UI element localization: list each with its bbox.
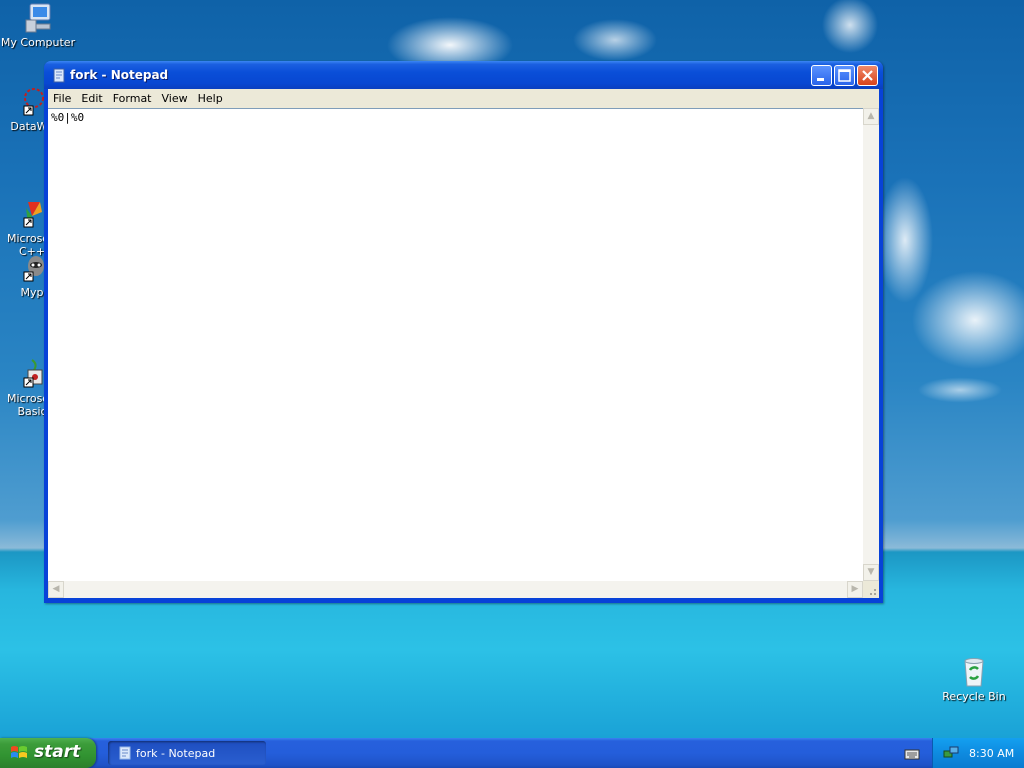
network-icon[interactable] [943, 745, 959, 761]
minimize-icon [817, 78, 824, 81]
scroll-up-icon[interactable]: ▲ [863, 108, 879, 125]
notepad-icon [118, 746, 132, 760]
window-title: fork - Notepad [70, 68, 169, 82]
visual-cpp-icon [12, 185, 44, 228]
visual-basic-icon [12, 345, 44, 388]
resize-grip-icon [870, 589, 876, 595]
menu-file[interactable]: File [48, 89, 76, 108]
resize-grip[interactable] [863, 581, 879, 598]
system-tray: 8:30 AM [932, 738, 1024, 768]
vertical-scrollbar[interactable]: ▲ ▼ [863, 108, 879, 581]
computer-icon [22, 2, 54, 34]
close-button[interactable] [857, 65, 878, 86]
maximize-icon [838, 69, 851, 82]
scroll-down-icon[interactable]: ▼ [863, 564, 879, 581]
datawa-icon [12, 86, 44, 118]
menu-format[interactable]: Format [108, 89, 157, 108]
windows-logo-icon [10, 745, 28, 761]
start-label: start [34, 742, 81, 762]
minimize-button[interactable] [811, 65, 832, 86]
desktop-icon-label: My Computer [0, 36, 76, 49]
my-computer-shortcut[interactable]: My Computer [0, 2, 76, 49]
title-bar[interactable]: fork - Notepad [44, 61, 883, 89]
taskbar: start fork - Notepad 8:30 AM [0, 738, 1024, 768]
notepad-window: fork - Notepad File Edit Format View Help %0… [44, 61, 883, 603]
taskbar-item-notepad[interactable]: fork - Notepad [108, 741, 266, 765]
recycle-bin-shortcut[interactable]: Recycle Bin [936, 656, 1012, 703]
close-icon [862, 70, 873, 81]
menu-view[interactable]: View [157, 89, 193, 108]
desktop-icon-label: Recycle Bin [942, 690, 1006, 703]
keyboard-icon[interactable] [904, 746, 920, 760]
scroll-right-icon[interactable]: ▶ [847, 581, 863, 598]
notepad-icon [51, 67, 67, 83]
recycle-bin-icon [958, 656, 990, 688]
menu-bar: File Edit Format View Help [48, 89, 879, 108]
raccoon-icon [12, 252, 44, 284]
horizontal-scrollbar[interactable]: ◀ ▶ [48, 581, 863, 598]
document-text: %0|%0 [51, 111, 85, 124]
taskbar-item-label: fork - Notepad [136, 747, 216, 760]
start-button[interactable]: start [0, 738, 96, 768]
menu-edit[interactable]: Edit [76, 89, 107, 108]
text-editor[interactable]: %0|%0 [48, 108, 863, 582]
clock[interactable]: 8:30 AM [969, 747, 1014, 760]
maximize-button[interactable] [834, 65, 855, 86]
menu-help[interactable]: Help [193, 89, 228, 108]
scroll-left-icon[interactable]: ◀ [48, 581, 64, 598]
